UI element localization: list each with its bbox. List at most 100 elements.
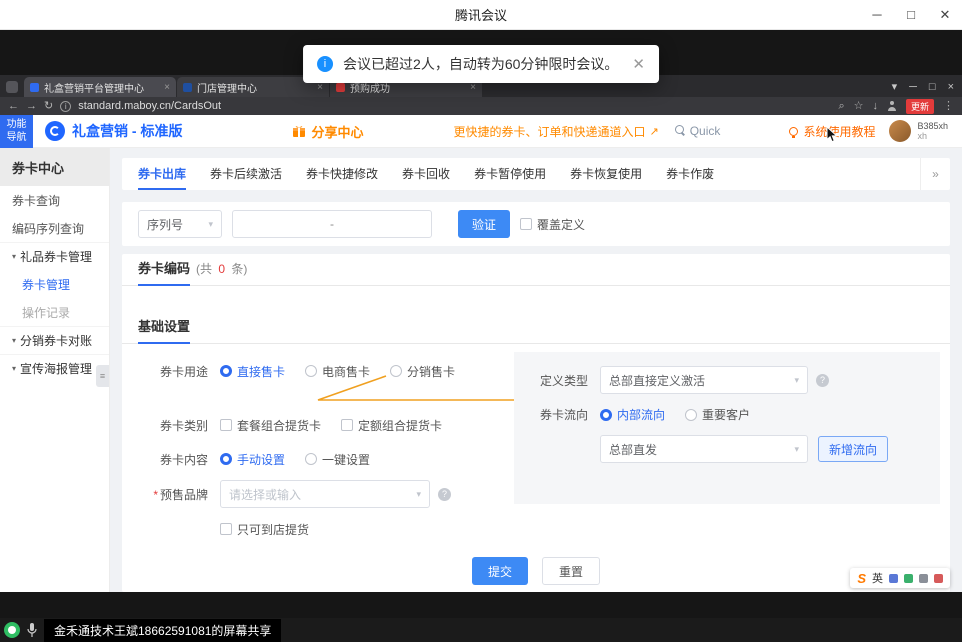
more-menu-icon[interactable]: ⋮ [943,101,954,112]
tabs-collapse-button[interactable]: » [920,158,950,190]
browser-close-icon[interactable]: × [948,81,954,93]
card-flow-label: 券卡流向 [530,406,588,423]
tab-card-quick-edit[interactable]: 券卡快捷修改 [306,158,378,190]
card-usage-options: 直接售卡 电商售卡 分销售卡 [220,363,455,380]
minimize-icon[interactable]: ─ [860,0,894,29]
ime-mic-icon[interactable] [904,574,913,583]
radio-icon [600,409,612,421]
app-header: 功能导航 礼盒营销 - 标准版 分享中心 更快捷的券卡、订单和快递通道入口 [0,115,962,148]
define-type-select[interactable]: 总部直接定义激活 ▾ [600,366,808,394]
flow-select[interactable]: 总部直发 ▾ [600,435,808,463]
option-label: 电商售卡 [322,363,370,380]
info-icon[interactable]: ? [438,488,451,501]
browser-update-button[interactable]: 更新 [906,99,934,114]
radio-icon [390,365,402,377]
tab-close-icon[interactable]: × [317,82,323,93]
browser-menu-icon[interactable] [6,81,18,93]
sidebar-item-label: 编码序列查询 [12,220,84,237]
browser-minimize-icon[interactable]: ─ [909,81,917,93]
microphone-icon[interactable] [26,622,38,638]
store-only-checkbox[interactable]: 只可到店提货 [220,521,309,538]
card-coding-panel: 券卡编码 (共 0 条) 基础设置 [122,254,950,592]
sidebar-group-poster-mgmt[interactable]: ▾ 宣传海报管理 [0,354,109,382]
browser-maximize-icon[interactable]: □ [929,81,936,93]
function-nav-toggle[interactable]: 功能导航 [0,115,33,148]
ime-language-toggle[interactable]: 英 [872,570,883,586]
brand-logo-icon [45,121,65,141]
info-icon[interactable]: ? [816,374,829,387]
checkbox-icon [520,218,532,230]
radio-distribution-sale[interactable]: 分销售卡 [390,363,455,380]
toast-text: 会议已超过2人，自动转为60分钟限时会议。 [343,54,618,74]
download-icon[interactable]: ↓ [872,101,878,112]
meeting-toast: i 会议已超过2人，自动转为60分钟限时会议。 ✕ [303,45,659,83]
quick-search[interactable]: Quick [675,124,721,138]
tab-card-void[interactable]: 券卡作废 [666,158,714,190]
header-right: 系统使用教程 B385xh xh [789,120,962,142]
sidebar-item-operation-log[interactable]: 操作记录 [0,298,109,326]
tab-card-restore[interactable]: 券卡恢复使用 [570,158,642,190]
maximize-icon[interactable]: □ [894,0,928,29]
forward-icon[interactable]: → [26,101,37,112]
browser-tab-gift-admin[interactable]: 礼盒营销平台管理中心 × [24,77,176,97]
close-icon[interactable]: ✕ [928,0,962,29]
tab-card-suspend[interactable]: 券卡暂停使用 [474,158,546,190]
site-info-icon[interactable]: i [60,101,71,112]
share-center-link[interactable]: 分享中心 [292,122,363,141]
bookmark-star-icon[interactable]: ☆ [854,101,864,112]
serial-type-select[interactable]: 序列号 ▾ [138,210,222,238]
share-center-label: 分享中心 [311,122,363,141]
ime-keyboard-icon[interactable] [919,574,928,583]
tab-card-followup-activate[interactable]: 券卡后续激活 [210,158,282,190]
url-text[interactable]: standard.maboy.cn/CardsOut [78,100,831,112]
tab-card-outbound[interactable]: 券卡出库 [138,158,186,190]
radio-internal-flow[interactable]: 内部流向 [600,406,665,423]
reload-icon[interactable]: ↻ [44,101,53,112]
tab-close-icon[interactable]: × [470,82,476,93]
submit-button[interactable]: 提交 [472,557,528,585]
radio-ecommerce-sale[interactable]: 电商售卡 [305,363,370,380]
option-label: 只可到店提货 [237,521,309,538]
profile-icon[interactable] [887,101,897,111]
ime-settings-icon[interactable] [934,574,943,583]
user-account[interactable]: B385xh xh [889,120,948,142]
sidebar-item-code-sequence-query[interactable]: 编码序列查询 [0,214,109,242]
presale-brand-label: *预售品牌 [138,486,208,503]
sidebar-group-gift-card-mgmt[interactable]: ▾ 礼品券卡管理 [0,242,109,270]
checkbox-fixed-combo-pickup-card[interactable]: 定额组合提货卡 [341,417,442,434]
override-define-label: 覆盖定义 [537,216,585,233]
presale-brand-select[interactable]: 请选择或输入 ▾ [220,480,430,508]
tab-card-recycle[interactable]: 券卡回收 [402,158,450,190]
tab-close-icon[interactable]: × [164,82,170,93]
reset-button[interactable]: 重置 [542,557,600,585]
favicon [183,83,192,92]
verify-button[interactable]: 验证 [458,210,510,238]
user-avatar [889,120,911,142]
meeting-titlebar: 腾讯会议 ─ □ ✕ [0,0,962,30]
card-usage-row: 券卡用途 直接售卡 电商售卡 [138,358,518,384]
sidebar-item-card-query[interactable]: 券卡查询 [0,186,109,214]
back-icon[interactable]: ← [8,101,19,112]
add-flow-button[interactable]: 新增流向 [818,436,888,462]
sidebar-item-card-mgmt[interactable]: 券卡管理 [0,270,109,298]
promo-link[interactable]: 更快捷的券卡、订单和快递通道入口 ↗ [453,123,658,140]
coding-title: 券卡编码 [138,258,190,286]
zoom-icon[interactable]: ⌕ [838,101,844,112]
submit-row: 提交 重置 [122,550,950,592]
override-define-checkbox[interactable]: 覆盖定义 [520,216,585,233]
user-names: B385xh xh [917,121,948,142]
radio-key-customer[interactable]: 重要客户 [685,406,750,423]
checkbox-combo-pickup-card[interactable]: 套餐组合提货卡 [220,417,321,434]
ime-tool-icon[interactable] [889,574,898,583]
sidebar-group-distribution-reconcile[interactable]: ▾ 分销券卡对账 [0,326,109,354]
radio-one-click-setup[interactable]: 一键设置 [305,451,370,468]
chevron-down-icon: ▾ [416,489,421,500]
ime-toolbar: S 英 [850,568,950,588]
toast-close-icon[interactable]: ✕ [632,55,645,73]
serial-range-input[interactable] [232,210,432,238]
radio-manual-setup[interactable]: 手动设置 [220,451,285,468]
tab-list-chevron-icon[interactable]: ▾ [892,80,898,93]
sidebar-collapse-handle[interactable]: ≡ [96,365,109,387]
radio-direct-sale[interactable]: 直接售卡 [220,363,285,380]
sogou-logo-icon[interactable]: S [857,571,866,586]
